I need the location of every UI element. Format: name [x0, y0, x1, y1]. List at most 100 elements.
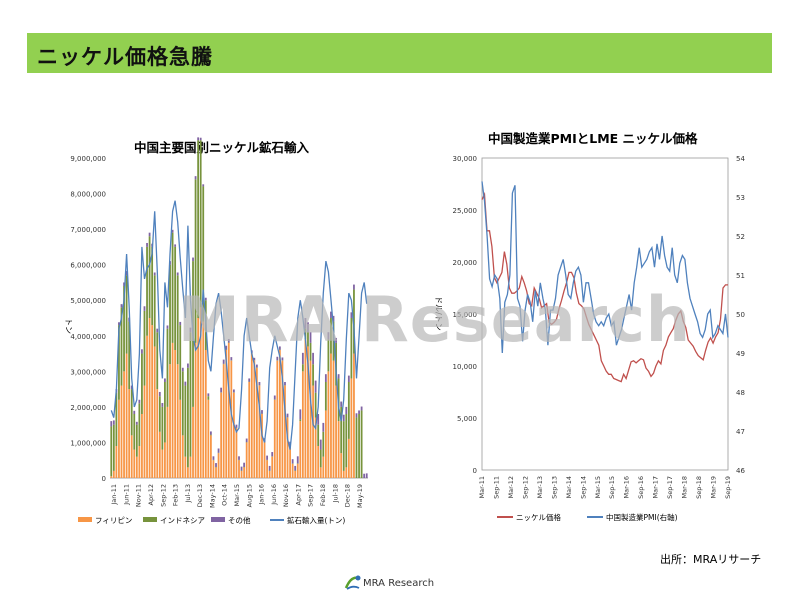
chart1-bar-2: [202, 184, 205, 187]
chart1-bar-0: [123, 371, 125, 478]
chart1-bar-0: [330, 353, 332, 478]
chart1-bar-1: [174, 246, 177, 350]
chart1-bar-2: [255, 364, 258, 368]
chart1-bar-0: [176, 364, 179, 478]
chart1-bar-1: [358, 414, 360, 478]
chart1-bar-2: [133, 410, 136, 414]
chart1-bar-0: [301, 371, 304, 478]
chart1-bar-0: [125, 353, 128, 478]
chart1-bar-0: [342, 470, 345, 478]
chart1-bar-2: [273, 395, 276, 400]
chart1-bar-0: [248, 382, 251, 478]
chart1-bar-2: [166, 325, 169, 329]
chart1-x-tick: Aug-15: [245, 484, 253, 507]
chart1-bar-0: [192, 406, 194, 478]
chart1-bar-2: [174, 244, 177, 247]
chart1-bar-0: [148, 318, 151, 478]
chart1-bar-1: [322, 431, 325, 457]
chart1-bar-0: [207, 399, 210, 478]
chart1-bar-1: [355, 417, 358, 478]
chart1-bar-2: [158, 391, 161, 397]
chart1-bar-0: [235, 428, 238, 478]
chart1-bar-2: [199, 137, 202, 141]
chart1-bar-2: [360, 406, 363, 411]
chart1-bar-2: [345, 406, 348, 414]
chart1-x-tick: Jan-16: [258, 484, 266, 506]
chart1-bar-0: [222, 364, 225, 478]
chart1-bar-0: [245, 442, 248, 478]
chart1-bar-0: [353, 353, 355, 478]
chart1-x-tick: Apr-12: [147, 484, 155, 505]
chart1-bar-1: [125, 275, 128, 354]
chart1-bar-1: [166, 328, 169, 407]
chart1-bar-1: [342, 421, 345, 471]
chart1-bar-0: [171, 342, 174, 478]
chart1-bar-2: [232, 389, 235, 393]
chart1-bar-1: [314, 392, 317, 418]
chart1-bar-0: [220, 392, 223, 478]
chart2-x-tick: Mar-13: [536, 476, 544, 498]
chart1-bar-1: [112, 424, 115, 471]
chart1-bar-2: [112, 420, 115, 425]
footer-logo-text: MRA Research: [363, 578, 435, 589]
chart1-bar-2: [296, 456, 299, 464]
chart1-x-tick: Feb-18: [319, 484, 327, 506]
chart1-bar-0: [350, 378, 353, 478]
chart1-bar-0: [324, 410, 327, 478]
chart1-x-tick: Jul-18: [331, 484, 339, 503]
chart1-bar-0: [291, 463, 294, 478]
chart1-y-tick: 0: [102, 475, 106, 483]
chart2-x-tick: Mar-11: [478, 476, 486, 498]
chart1-bar-0: [309, 360, 312, 478]
chart1-bar-0: [312, 385, 314, 478]
chart1-bar-0: [118, 399, 120, 478]
chart1-bar-2: [153, 272, 156, 276]
chart2-y2-tick: 48: [736, 389, 745, 397]
chart1-bar-1: [143, 310, 146, 386]
chart1-bar-2: [365, 473, 368, 478]
chart1-bar-2: [176, 272, 179, 276]
chart1-bar-2: [187, 363, 189, 368]
chart1-bar-1: [181, 371, 184, 436]
watermark: MRA Research: [178, 283, 692, 356]
chart1-bar-2: [220, 387, 223, 393]
chart2-y2-tick: 46: [736, 467, 745, 475]
chart1-bar-0: [133, 449, 136, 478]
chart2-x-tick: Mar-15: [594, 476, 602, 498]
chart1-bar-1: [164, 382, 166, 443]
chart1-bar-1: [312, 364, 314, 386]
chart1-bar-0: [187, 467, 189, 478]
chart1-bar-0: [299, 421, 302, 478]
chart1-bar-0: [153, 346, 156, 478]
chart1-bar-0: [327, 371, 330, 478]
chart2-y-tick: 5,000: [457, 415, 477, 423]
chart1-x-tick: Dec-13: [196, 484, 204, 507]
chart1-y-tick: 3,000,000: [70, 368, 106, 376]
chart1-bar-2: [192, 257, 194, 262]
chart1-bar-0: [210, 435, 212, 478]
chart1-bar-0: [158, 431, 161, 478]
chart1-bar-0: [253, 360, 256, 478]
chart1-bar-2: [141, 349, 143, 354]
chart1-bar-1: [301, 364, 304, 372]
chart1-bar-1: [138, 403, 141, 446]
chart1-bar-1: [161, 406, 164, 450]
chart1-bar-0: [304, 339, 307, 478]
chart1-bar-0: [319, 467, 322, 478]
chart1-bar-1: [207, 396, 210, 400]
chart1-bar-0: [135, 456, 138, 478]
chart1-bar-2: [240, 466, 243, 471]
chart1-bar-0: [151, 325, 154, 478]
chart1-bar-0: [250, 353, 253, 478]
chart1-legend-label: インドネシア: [160, 516, 205, 525]
chart1-legend-label: フィリピン: [95, 516, 132, 525]
chart1-bar-2: [245, 438, 248, 443]
chart1-bar-1: [156, 332, 159, 390]
chart1-bar-2: [184, 381, 187, 386]
chart1-bar-0: [174, 350, 177, 478]
chart1-bar-0: [266, 460, 268, 478]
chart1-bar-0: [273, 399, 276, 478]
chart1-y-tick: 9,000,000: [70, 155, 106, 163]
chart1-x-tick: Jul-13: [184, 484, 192, 503]
chart1-bar-2: [276, 356, 279, 361]
